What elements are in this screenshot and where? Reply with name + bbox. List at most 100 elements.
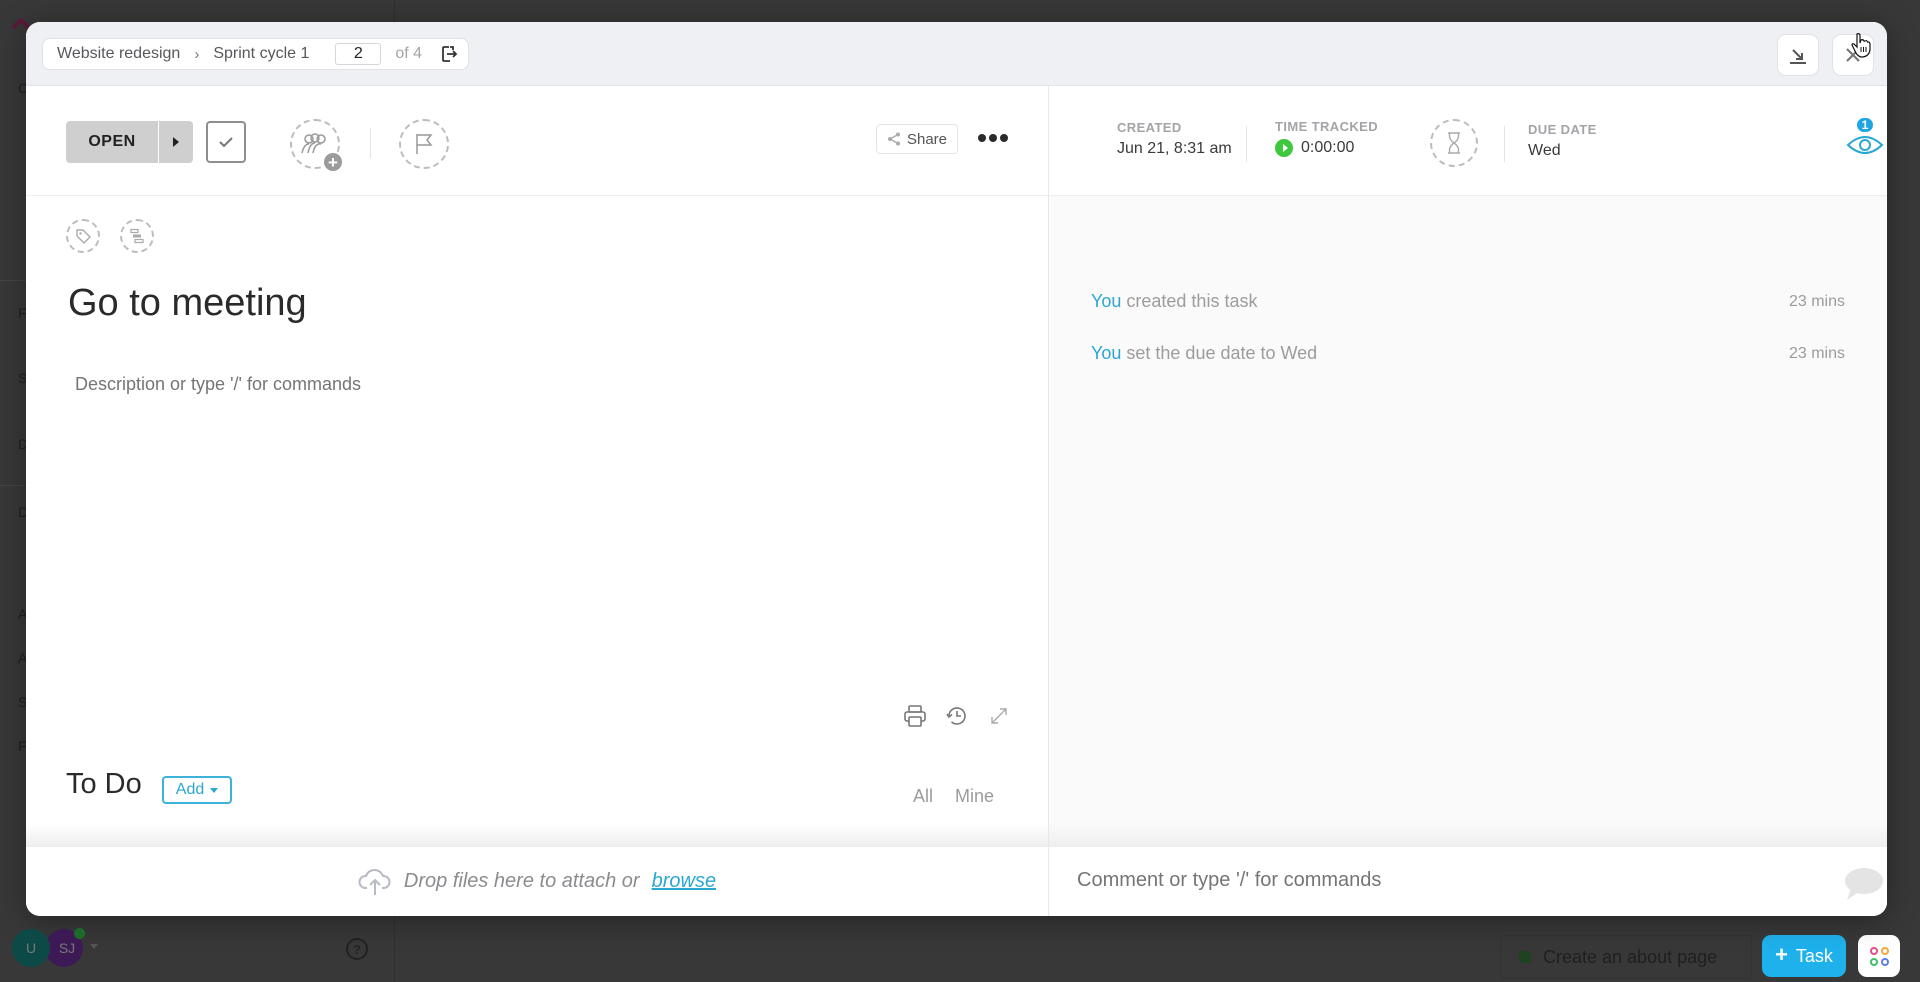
add-label: Add: [175, 781, 205, 798]
modal-header: Website redesign › Sprint cycle 1 of 4: [26, 22, 1887, 86]
share-label: Share: [906, 130, 948, 148]
minimize-button[interactable]: [1777, 34, 1819, 76]
hourglass-icon: [1448, 132, 1460, 154]
dot-icon: [1000, 134, 1008, 142]
next-status-button[interactable]: [159, 121, 193, 163]
priority-button[interactable]: [399, 119, 449, 169]
mouse-cursor-icon: [1851, 33, 1871, 58]
task-modal: Website redesign › Sprint cycle 1 of 4: [26, 22, 1887, 916]
add-subtask-button[interactable]: [120, 219, 154, 253]
status-button[interactable]: OPEN: [66, 121, 158, 163]
attachment-dropzone[interactable]: Drop files here to attach or browse: [26, 846, 1048, 916]
activity-text: You set the due date to Wed: [1091, 343, 1317, 364]
description-input[interactable]: [75, 374, 975, 395]
plus-icon: +: [322, 151, 344, 173]
created-field: CREATED Jun 21, 8:31 am: [1117, 120, 1232, 158]
task-toolbar: OPEN + Share: [26, 86, 1048, 196]
apps-dot-icon: [1880, 957, 1889, 966]
checklist-title: To Do: [66, 768, 142, 800]
online-status-dot: [74, 928, 85, 939]
tag-icon: [76, 229, 91, 244]
breadcrumb-item-sprint[interactable]: Sprint cycle 1: [213, 45, 309, 63]
activity-panel: CREATED Jun 21, 8:31 am TIME TRACKED 0:0…: [1049, 86, 1887, 916]
apps-dot-icon: [1869, 946, 1878, 955]
checkmark-icon: [219, 137, 233, 148]
activity-feed: You created this task 23 mins You set th…: [1049, 291, 1887, 395]
flag-icon: [416, 134, 433, 154]
toolbar-divider: [370, 128, 371, 158]
users-icon: [301, 133, 326, 154]
filter-all[interactable]: All: [913, 786, 933, 807]
status-control: OPEN: [66, 121, 193, 163]
apps-button[interactable]: [1858, 935, 1900, 977]
activity-item: You created this task 23 mins: [1049, 291, 1887, 343]
activity-time: 23 mins: [1788, 345, 1845, 362]
open-in-new-icon[interactable]: [440, 45, 458, 63]
dropzone-text: Drop files here to attach or: [403, 870, 640, 892]
watcher-count-badge: 1: [1855, 116, 1875, 134]
due-date-field[interactable]: DUE DATE Wed: [1528, 122, 1597, 160]
history-button[interactable]: [944, 703, 970, 729]
task-meta-bar: CREATED Jun 21, 8:31 am TIME TRACKED 0:0…: [1049, 86, 1887, 196]
expand-icon: [991, 708, 1007, 724]
tray-task-label: Create an about page: [1543, 946, 1718, 967]
chevron-down-icon[interactable]: [90, 944, 98, 949]
more-options-button[interactable]: [978, 130, 1008, 146]
avatar[interactable]: U: [12, 929, 50, 967]
comment-send-icon[interactable]: [1841, 867, 1883, 901]
due-date-value: Wed: [1528, 142, 1561, 159]
time-tracked-field[interactable]: TIME TRACKED 0:00:00: [1275, 119, 1378, 157]
help-icon[interactable]: ?: [346, 938, 368, 960]
eye-icon[interactable]: [1845, 131, 1885, 155]
task-tray-item[interactable]: Create an about page: [1500, 935, 1752, 979]
breadcrumb: Website redesign › Sprint cycle 1 of 4: [42, 38, 470, 70]
add-tag-button[interactable]: [66, 219, 100, 253]
comment-input[interactable]: [1077, 869, 1777, 892]
share-icon: [887, 132, 900, 146]
created-label: CREATED: [1117, 120, 1182, 135]
add-assignee-button[interactable]: +: [290, 119, 344, 173]
history-icon: [946, 707, 966, 725]
dot-icon: [978, 134, 986, 142]
status-square-icon: [1519, 951, 1531, 963]
play-icon[interactable]: [1275, 139, 1293, 157]
meta-divider: [1504, 126, 1505, 162]
chevron-right-icon: ›: [194, 45, 200, 63]
breadcrumb-item-list[interactable]: Website redesign: [57, 45, 180, 63]
time-tracked-value: 0:00:00: [1301, 139, 1355, 156]
expand-button[interactable]: [986, 703, 1012, 729]
share-button[interactable]: Share: [876, 124, 958, 154]
task-index-input[interactable]: [335, 43, 382, 65]
caret-down-icon: [210, 787, 219, 793]
dot-icon: [989, 134, 997, 142]
comment-bar: [1049, 846, 1887, 916]
browse-link[interactable]: browse: [652, 870, 716, 893]
print-button[interactable]: [902, 703, 928, 729]
new-task-button[interactable]: + Task: [1762, 935, 1846, 977]
activity-item: You set the due date to Wed 23 mins: [1049, 343, 1887, 395]
created-value: Jun 21, 8:31 am: [1117, 140, 1232, 157]
activity-text: You created this task: [1091, 291, 1257, 312]
user-avatars[interactable]: U SJ: [12, 928, 85, 968]
scroll-fade: [26, 824, 1048, 846]
cloud-upload-icon: [358, 868, 391, 895]
activity-action: set the due date to Wed: [1126, 343, 1318, 363]
print-icon: [904, 705, 926, 727]
task-title[interactable]: Go to meeting: [68, 282, 307, 325]
checklist-filters: All Mine: [913, 786, 994, 807]
filter-mine[interactable]: Mine: [955, 786, 994, 807]
activity-time: 23 mins: [1788, 293, 1845, 310]
description-tools: [902, 703, 1012, 729]
time-estimate-button[interactable]: [1430, 119, 1478, 167]
activity-actor[interactable]: You: [1091, 343, 1121, 363]
mark-complete-button[interactable]: [206, 121, 246, 163]
add-checklist-button[interactable]: Add: [162, 776, 232, 804]
subtask-icon: [130, 228, 144, 244]
due-date-label: DUE DATE: [1528, 122, 1597, 137]
time-tracked-label: TIME TRACKED: [1275, 119, 1379, 134]
task-main-panel: OPEN + Share Go to meeting Description o…: [26, 86, 1048, 916]
activity-action: created this task: [1126, 291, 1258, 311]
plus-icon: +: [1775, 942, 1788, 967]
activity-actor[interactable]: You: [1091, 291, 1121, 311]
apps-dot-icon: [1880, 946, 1889, 955]
